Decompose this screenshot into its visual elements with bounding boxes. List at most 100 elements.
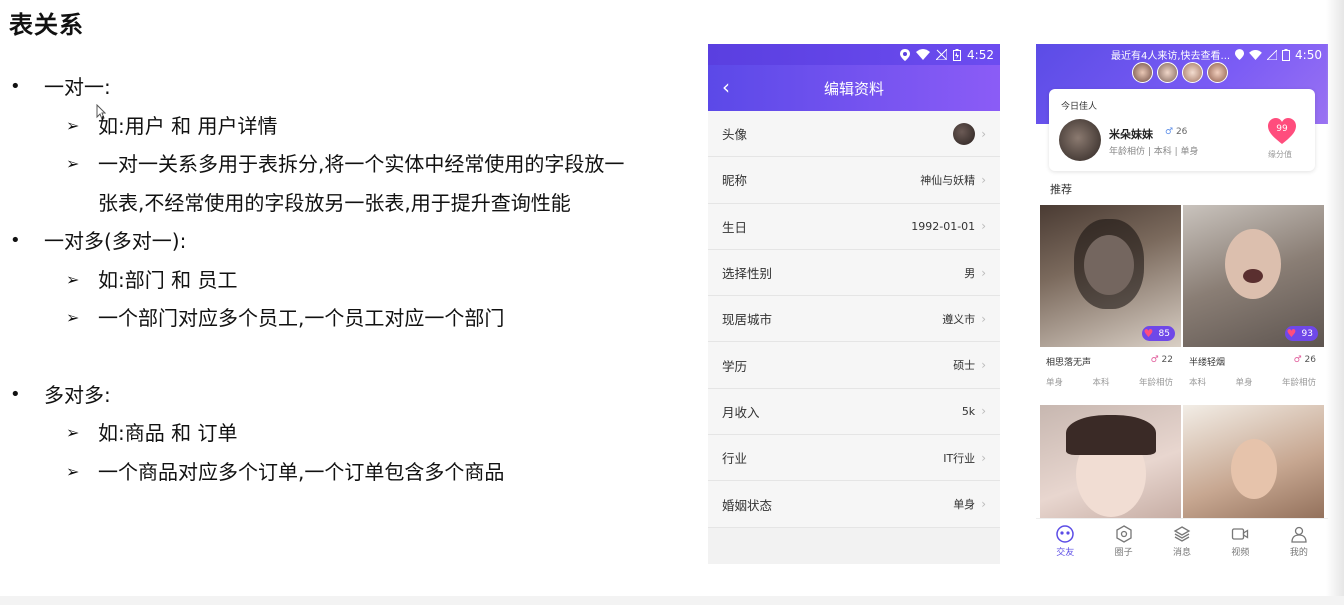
profile-row-marital[interactable]: 婚姻状态 单身 › [708,481,1000,528]
status-bar: 4:52 [708,44,1000,65]
row-value: 神仙与妖精 [920,173,976,187]
recommend-title: 推荐 [1050,183,1072,196]
sub-bullet-text: 张表,不经常使用的字段放另一张表,用于提升查询性能 [98,190,571,215]
status-time: 4:52 [967,47,994,62]
chevron-right-icon: › [981,265,986,280]
arrow-bullet-icon: ➢ [66,423,80,442]
no-signal-icon [936,49,948,60]
sub-bullet: ➢ 如:商品 和 订单 [10,414,700,453]
sub-bullet-text: 如:用户 和 用户详情 [98,113,278,138]
profile-row-industry[interactable]: 行业 IT行业 › [708,435,1000,482]
row-label: 选择性别 [722,266,773,282]
tab-video[interactable]: 视频 [1211,519,1269,564]
arrow-bullet-icon: ➢ [66,461,80,481]
profile-row-income[interactable]: 月收入 5k › [708,388,1000,436]
visitor-avatars[interactable] [1132,62,1228,83]
face-shape [1225,229,1281,299]
tab-me[interactable]: 我的 [1270,519,1328,564]
profile-row-nickname[interactable]: 昵称 神仙与妖精 › [708,157,1000,204]
back-arrow-icon[interactable]: ‹ [722,75,730,99]
tag: 年龄相仿 [1138,378,1173,388]
row-label: 现居城市 [722,312,773,328]
avatar [1132,62,1153,83]
profile-row-education[interactable]: 学历 硕士 › [708,342,1000,389]
tab-label: 我的 [1289,548,1308,558]
row-label: 头像 [722,127,748,143]
score-value: 93 [1301,328,1313,339]
phone-edit-profile: 4:52 ‹ 编辑资料 头像 › 昵称 神仙与妖精 › 生日 1992-01-0… [708,44,1000,564]
sub-bullet: ➢ 一个商品对应多个订单,一个订单包含多个商品 [10,453,700,492]
chevron-right-icon: › [981,404,986,419]
hexagon-icon [1115,525,1132,543]
card-info: 半缕轻烟 ♂ 26 本科 单身 年龄相仿 [1183,347,1324,400]
user-card[interactable]: ♥ 85 相思落无声 ♂ 22 单身 本科 年龄相仿 [1040,205,1181,400]
avatar [1207,62,1228,83]
friends-icon [1056,525,1074,543]
sub-bullet-text: 如:部门 和 员工 [98,267,238,292]
score-value: 85 [1158,328,1170,339]
tab-messages[interactable]: 消息 [1153,519,1211,564]
face-shape [1231,439,1277,499]
row-value: 单身 [953,498,976,512]
card-tags: 本科 单身 年龄相仿 [1189,376,1316,388]
tag: 年龄相仿 [1281,378,1316,388]
heart-icon: ♥ [1286,327,1297,340]
slide-title: 表关系 [9,11,84,39]
mouth-shape [1243,269,1263,283]
sub-bullet-text: 一对一关系多用于表拆分,将一个实体中经常使用的字段放一 [98,152,625,176]
today-tags: 年龄相仿 | 本科 | 单身 [1109,147,1199,157]
row-value: 1992-01-01 [911,219,976,233]
today-name: 米朵妹妹 [1109,128,1153,141]
avatar [1059,119,1101,161]
edge-shadow [1326,0,1344,605]
profile-row-city[interactable]: 现居城市 遵义市 › [708,296,1000,343]
sub-bullet-text: 一个商品对应多个订单,一个订单包含多个商品 [98,459,505,484]
profile-row-gender[interactable]: 选择性别 男 › [708,249,1000,297]
profile-row-birthday[interactable]: 生日 1992-01-01 › [708,203,1000,250]
card-name: 相思落无声 [1046,358,1092,368]
user-card[interactable]: ♥ 93 半缕轻烟 ♂ 26 本科 单身 年龄相仿 [1183,205,1324,400]
tag: 单身 [1235,378,1253,388]
sub-bullet-text: 如:商品 和 订单 [98,421,238,445]
wifi-icon [1249,49,1262,60]
chevron-right-icon: › [981,497,986,512]
age-value: 22 [1161,355,1173,365]
sub-bullet: ➢ 一对一关系多用于表拆分,将一个实体中经常使用的字段放一 张表,不经常使用的字段放… [10,145,700,222]
chevron-right-icon: › [981,126,986,141]
wifi-icon [916,49,931,60]
visit-notice[interactable]: 最近有4人来访,快去查看... [1111,47,1230,62]
today-age: ♂ 26 [1165,127,1187,137]
video-icon [1232,528,1249,540]
tab-friends[interactable]: 交友 [1036,519,1094,564]
bullet-one-to-one: 一对一: [10,68,700,107]
row-label: 行业 [722,451,748,467]
score-label: 缘分值 [1268,150,1292,159]
row-label: 昵称 [722,173,748,189]
avatar [1157,62,1178,83]
user-icon [1291,526,1307,543]
bullet-list: 一对一: ➢ 如:用户 和 用户详情 ➢ 一对一关系多用于表拆分,将一个实体中经常使… [10,68,700,491]
sub-bullet: ➢ 如:用户 和 用户详情 [10,107,700,146]
tab-circle[interactable]: 圈子 [1094,519,1152,564]
header-title: 编辑资料 [823,79,884,98]
no-signal-icon [1267,49,1278,60]
row-label: 学历 [722,358,748,374]
bottom-tab-bar: 交友 圈子 消息 视频 我的 [1036,518,1328,564]
profile-row-avatar[interactable]: 头像 › [708,111,1000,158]
row-value: 硕士 [953,359,976,373]
bullet-one-to-many: 一对多(多对一): [10,222,700,261]
row-label: 生日 [722,219,748,235]
arrow-bullet-icon: ➢ [66,269,80,289]
chevron-right-icon: › [981,219,986,234]
avatar [953,122,976,145]
row-label: 婚姻状态 [722,497,773,513]
battery-icon [1282,48,1291,61]
row-value: 遵义市 [942,312,976,326]
user-photo: ♥ 85 [1040,205,1181,347]
status-time: 4:50 [1295,47,1322,62]
tab-label: 视频 [1231,548,1250,558]
location-icon [1235,49,1245,60]
chevron-right-icon: › [981,311,986,326]
today-best-card[interactable]: 今日佳人 米朵妹妹 ♂ 26 年龄相仿 | 本科 | 单身 99 缘分值 [1049,89,1315,171]
